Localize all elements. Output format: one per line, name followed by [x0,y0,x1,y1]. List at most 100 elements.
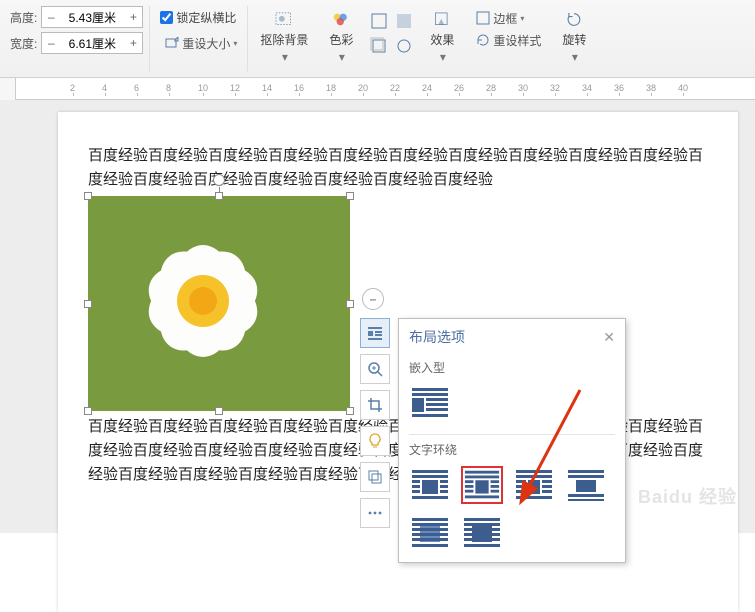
resize-handle-r[interactable] [346,300,354,308]
resize-handle-l[interactable] [84,300,92,308]
width-input[interactable] [60,33,124,53]
magnifier-icon [366,360,384,378]
image-content [88,196,350,411]
crop-button[interactable] [360,390,390,420]
resize-handle-tr[interactable] [346,192,354,200]
idea-button[interactable] [360,426,390,456]
collapse-button[interactable]: – [362,288,384,310]
reset-style-label: 重设样式 [493,32,541,49]
effects-label: 效果 [430,31,454,48]
dropdown-caret-icon: ▾ [233,39,237,48]
reset-size-icon [164,35,180,51]
ruler-tick: 14 [262,83,272,93]
ruler-tick: 16 [294,83,304,93]
border-icon [475,10,491,26]
dropdown-caret-icon: ▾ [282,50,288,64]
ruler-tick: 22 [390,83,400,93]
duplicate-button[interactable] [360,462,390,492]
wrap-inline[interactable] [409,384,451,422]
height-input[interactable] [60,7,124,27]
document-canvas: 百度经验百度经验百度经验百度经验百度经验百度经验百度经验百度经验百度经验百度经验… [0,100,755,533]
wrap-square[interactable] [409,466,451,504]
height-spinbox[interactable]: – + [41,6,143,28]
ruler-tick: 24 [422,83,432,93]
remove-background-button[interactable]: 抠除背景 ▾ [252,6,316,68]
wrap-top-bottom[interactable] [565,466,607,504]
wrap-front[interactable] [461,514,503,552]
resize-handle-br[interactable] [346,407,354,415]
color-icon [328,10,354,29]
border-label: 边框 [493,10,517,27]
ruler-tick: 6 [134,83,139,93]
layout-options-icon [366,324,384,342]
wrap-tight[interactable] [461,466,503,504]
width-decrease[interactable]: – [42,33,60,53]
ruler-tick: 38 [646,83,656,93]
ruler-tick: 32 [550,83,560,93]
preset-3[interactable] [368,35,390,57]
popover-title: 布局选项 [409,327,465,347]
ruler-tick: 40 [678,83,688,93]
ribbon-toolbar: 高度: – + 宽度: – + 锁定纵横比 重设大小 ▾ [0,0,755,78]
size-group: 高度: – + 宽度: – + [4,6,150,72]
preset-1[interactable] [368,10,390,32]
resize-handle-b[interactable] [215,407,223,415]
color-button[interactable]: 色彩 ▾ [320,6,362,68]
ratio-group: 锁定纵横比 重设大小 ▾ [154,6,248,72]
effects-icon [429,10,455,29]
preset-4[interactable] [393,35,415,57]
ruler-tick: 10 [198,83,208,93]
height-increase[interactable]: + [124,7,142,27]
effect-presets [366,6,417,61]
reset-size-label: 重设大小 [182,35,230,52]
lock-ratio-label: 锁定纵横比 [176,9,236,26]
lock-ratio-input[interactable] [160,11,173,24]
ruler: 246810121416182022242628303234363840 [0,78,755,100]
lock-ratio-checkbox[interactable]: 锁定纵横比 [160,6,241,28]
reset-style-button[interactable]: 重设样式 [471,30,545,50]
dropdown-caret-icon: ▾ [520,14,524,23]
ruler-tick: 36 [614,83,624,93]
body-text-1[interactable]: 百度经验百度经验百度经验百度经验百度经验百度经验百度经验百度经验百度经验百度经验… [88,144,708,192]
horizontal-ruler[interactable]: 246810121416182022242628303234363840 [70,81,730,97]
ruler-tick: 28 [486,83,496,93]
resize-handle-t[interactable] [215,192,223,200]
ruler-corner [0,78,16,100]
flower-illustration [108,209,298,389]
height-label: 高度: [10,9,37,26]
ruler-tick: 30 [518,83,528,93]
popover-close-button[interactable]: ✕ [603,329,615,346]
preset-2[interactable] [393,10,415,32]
ruler-tick: 8 [166,83,171,93]
rotate-button[interactable]: 旋转 ▾ [553,6,595,68]
border-button[interactable]: 边框 ▾ [471,8,545,28]
more-button[interactable] [360,498,390,528]
wrap-through[interactable] [513,466,555,504]
divider [409,434,615,435]
reset-size-button[interactable]: 重设大小 ▾ [160,32,241,54]
section-wrap-label: 文字环绕 [399,437,625,460]
zoom-button[interactable] [360,354,390,384]
duplicate-icon [366,468,384,486]
color-label: 色彩 [329,31,353,48]
ruler-tick: 2 [70,83,75,93]
ruler-tick: 34 [582,83,592,93]
border-style-group: 边框 ▾ 重设样式 [467,6,549,50]
rotate-label: 旋转 [562,31,586,48]
more-icon [366,504,384,522]
layout-options-popover: 布局选项 ✕ 嵌入型 文字环绕 [398,318,626,563]
width-spinbox[interactable]: – + [41,32,143,54]
wrap-behind[interactable] [409,514,451,552]
resize-handle-tl[interactable] [84,192,92,200]
ruler-tick: 26 [454,83,464,93]
effects-button[interactable]: 效果 ▾ [421,6,463,68]
width-increase[interactable]: + [124,33,142,53]
layout-options-button[interactable] [360,318,390,348]
rotate-handle[interactable] [213,174,225,186]
height-decrease[interactable]: – [42,7,60,27]
selected-image[interactable] [88,196,350,411]
dropdown-caret-icon: ▾ [440,50,446,64]
resize-handle-bl[interactable] [84,407,92,415]
width-label: 宽度: [10,35,37,52]
dropdown-caret-icon: ▾ [339,50,345,64]
